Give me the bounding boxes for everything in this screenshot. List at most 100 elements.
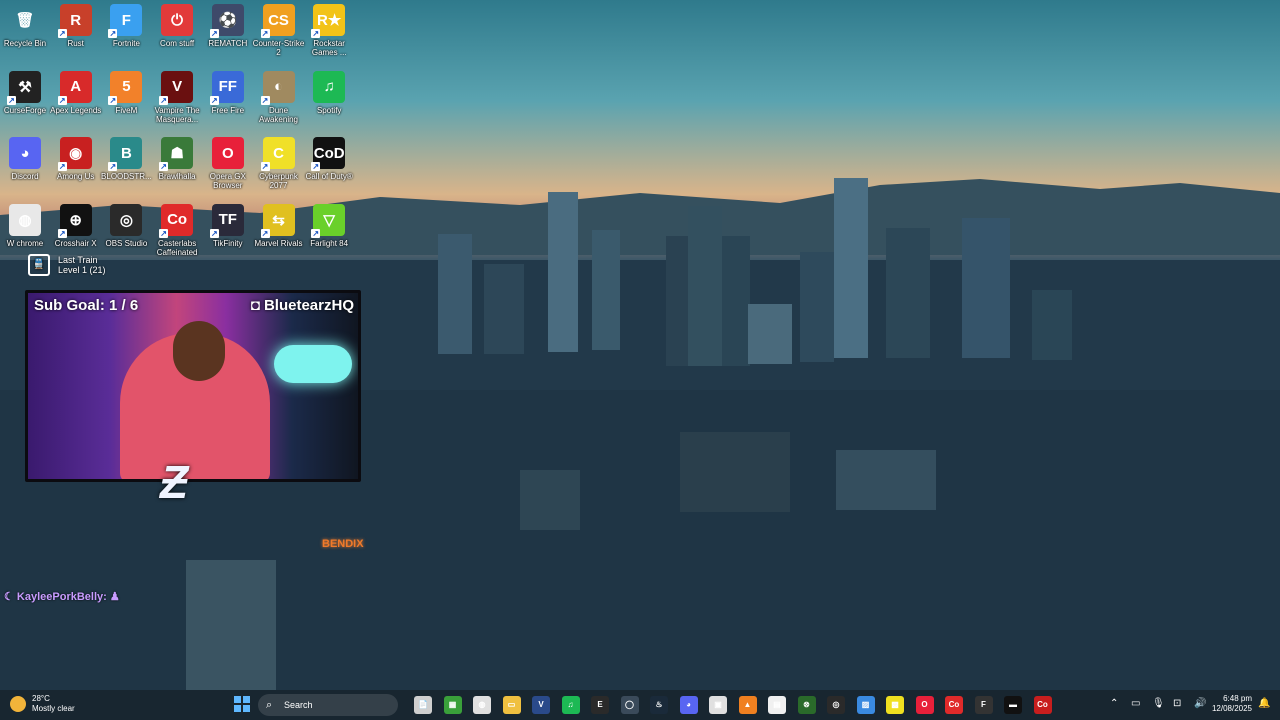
shortcut-arrow-icon: ↗ bbox=[57, 29, 67, 38]
taskbar-opera-gx-icon[interactable]: O bbox=[915, 696, 934, 714]
widget-title: Last Train bbox=[58, 255, 98, 265]
icon-label: TikFinity bbox=[213, 238, 243, 248]
icon-label: Opera GX Browser bbox=[209, 172, 246, 190]
taskbar-terminal-icon[interactable]: ▬ bbox=[1004, 696, 1022, 714]
taskbar-casterlabs-active-icon[interactable]: Co bbox=[1033, 696, 1052, 714]
icon-label: REMATCH bbox=[208, 39, 248, 48]
desktop-icon-fortnite[interactable]: F ↗ Fortnite bbox=[100, 4, 152, 66]
taskbar-steam-icon[interactable]: ♨ bbox=[650, 696, 668, 714]
desktop-icon-brawlhalla[interactable]: ☗ ↗ Brawlhalla bbox=[151, 137, 203, 199]
taskbar-spotify-icon[interactable]: ♫ bbox=[561, 696, 580, 714]
taskbar-visual-studio-icon[interactable]: V bbox=[532, 696, 550, 714]
desktop-icon-opera-gx-browser[interactable]: O Opera GX Browser bbox=[202, 137, 254, 199]
notification-bell-icon[interactable]: 🔔 bbox=[1258, 698, 1270, 710]
icon-label: Free Fire bbox=[211, 105, 245, 115]
app-icon: CoD ↗ bbox=[311, 137, 346, 171]
desktop-icon-curseforge[interactable]: ⚒ ↗ CurseForge bbox=[0, 70, 51, 133]
desktop-icon-rust[interactable]: R ↗ Rust bbox=[50, 4, 102, 66]
app-icon: ♫ bbox=[313, 70, 346, 103]
desktop-icon-vampire-the-masquera[interactable]: V ↗ Vampire The Masquera... bbox=[151, 70, 203, 133]
desktop-icon-recycle-bin[interactable]: 🗑 Recycle Bin bbox=[0, 4, 51, 66]
desktop-icon-tikfinity[interactable]: TF ↗ TikFinity bbox=[202, 203, 254, 266]
rgb-light bbox=[274, 345, 352, 383]
system-clock[interactable]: 6:48 pm 12/08/2025 bbox=[1208, 694, 1252, 714]
icon-label: Casterlabs Caffeinated bbox=[156, 238, 198, 257]
desktop-icon-casterlabs-caffeinated[interactable]: Co ↗ Casterlabs Caffeinated bbox=[151, 203, 203, 266]
icon-label: Apex Legends bbox=[50, 105, 102, 115]
taskbar-casterlabs-icon[interactable]: Co bbox=[945, 696, 963, 714]
desktop-icon-cyberpunk-2077[interactable]: C ↗ Cyberpunk 2077 bbox=[253, 137, 305, 199]
app-icon: O bbox=[211, 137, 244, 169]
icon-label: CurseForge bbox=[3, 105, 47, 115]
app-icon: ⏻ bbox=[161, 4, 194, 36]
windows-start-icon[interactable] bbox=[234, 696, 250, 712]
taskbar-fivem-icon[interactable]: F bbox=[974, 696, 993, 714]
desktop-icon-dune-awakening[interactable]: ◐ ↗ Dune Awakening bbox=[253, 70, 305, 133]
desktop-icon-rematch[interactable]: ⚽ ↗ REMATCH bbox=[202, 4, 254, 66]
app-icon: ⇆ ↗ bbox=[260, 203, 295, 238]
app-icon: F ↗ bbox=[108, 4, 143, 38]
shortcut-arrow-icon: ↗ bbox=[311, 228, 321, 238]
icon-label: Cyberpunk 2077 bbox=[259, 172, 298, 190]
desktop-icon-bloodstr[interactable]: B ↗ BLOODSTR... bbox=[100, 137, 152, 199]
taskbar-file-explorer-icon[interactable]: 📄 bbox=[414, 696, 432, 714]
desktop-icon-marvel-rivals[interactable]: ⇆ ↗ Marvel Rivals bbox=[253, 203, 305, 266]
shortcut-arrow-icon: ↗ bbox=[57, 95, 67, 105]
desktop-icon-obs-studio[interactable]: ◎ OBS Studio bbox=[100, 203, 152, 266]
desktop-icon-apex-legends[interactable]: A ↗ Apex Legends bbox=[50, 70, 102, 133]
tray-icon[interactable]: ⊡ bbox=[1173, 698, 1181, 710]
weather-widget[interactable]: 28°C Mostly clear bbox=[10, 694, 75, 714]
desktop-icon-spotify[interactable]: ♫ Spotify bbox=[303, 70, 355, 133]
taskbar-minecraft-icon[interactable]: ▦ bbox=[443, 696, 462, 714]
taskbar-photos-icon[interactable]: ▨ bbox=[856, 696, 875, 714]
taskbar-chrome-icon[interactable]: ◍ bbox=[473, 696, 491, 714]
shortcut-arrow-icon: ↗ bbox=[260, 228, 270, 238]
taskbar: 28°C Mostly clear ⌕ Search 📄 ▦ ◍ ▭ V ♫ E ◯ ♨ ◕ ▣ ▲ ▤… bbox=[0, 690, 1280, 720]
desktop-icon-call-of-duty[interactable]: CoD ↗ Call of Duty® bbox=[303, 137, 355, 199]
tray-icon[interactable]: ⌃ bbox=[1110, 698, 1118, 710]
taskbar-discord-icon[interactable]: ◕ bbox=[679, 696, 698, 714]
taskbar-qr-app-icon[interactable]: ▣ bbox=[709, 696, 727, 714]
tray-icon[interactable]: 🎙 bbox=[1152, 698, 1165, 710]
app-icon: B ↗ bbox=[108, 137, 143, 171]
taskbar-vlc-icon[interactable]: ▲ bbox=[738, 696, 757, 714]
stream-logo-icon: Ƶ bbox=[160, 456, 189, 508]
bendix-sign: BENDIX bbox=[322, 538, 364, 550]
app-icon: ⚒ ↗ bbox=[7, 70, 41, 105]
instagram-handle: ◘ BluetearzHQ bbox=[250, 297, 354, 314]
desktop-icon-among-us[interactable]: ◉ ↗ Among Us bbox=[50, 137, 102, 199]
taskbar-sticky-notes-icon[interactable]: ▩ bbox=[886, 696, 904, 714]
app-icon: ◉ ↗ bbox=[57, 137, 92, 171]
desktop-icon-discord[interactable]: ◕ Discord bbox=[0, 137, 51, 199]
sub-goal-text: Sub Goal: 1 / 6 bbox=[34, 297, 139, 314]
tray-icon[interactable]: 🔊 bbox=[1194, 698, 1206, 710]
shortcut-arrow-icon: ↗ bbox=[260, 162, 270, 171]
desktop-icon-fivem[interactable]: 5 ↗ FiveM bbox=[100, 70, 152, 133]
icon-label: Brawlhalla bbox=[158, 172, 196, 181]
taskbar-xbox-icon[interactable]: ⊗ bbox=[797, 696, 816, 714]
icon-label: Crosshair X bbox=[54, 238, 97, 248]
weather-desc: Mostly clear bbox=[32, 704, 75, 713]
desktop-icon-free-fire[interactable]: FF ↗ Free Fire bbox=[202, 70, 254, 133]
tray-icon[interactable]: ▭ bbox=[1131, 698, 1140, 710]
app-icon: R★ ↗ bbox=[311, 4, 346, 38]
taskbar-folder-icon[interactable]: ▭ bbox=[502, 696, 521, 714]
desktop-icon-farlight-84[interactable]: ▽ ↗ Farlight 84 bbox=[303, 203, 355, 266]
icon-label: Rust bbox=[67, 39, 84, 48]
icon-label: Discord bbox=[11, 172, 39, 181]
chat-message: ☾ KayleePorkBelly: ♟ bbox=[4, 591, 120, 603]
taskbar-epic-games-icon[interactable]: E bbox=[591, 696, 609, 714]
widget-level: Level 1 (21) bbox=[58, 265, 106, 275]
taskbar-obs-icon[interactable]: ◎ bbox=[827, 696, 845, 714]
desktop-icon-com-stuff[interactable]: ⏻ Com stuff bbox=[151, 4, 203, 66]
taskbar-notepad-icon[interactable]: ▤ bbox=[768, 696, 786, 714]
webcam-overlay: Sub Goal: 1 / 6 ◘ BluetearzHQ bbox=[25, 290, 361, 482]
last-train-widget[interactable]: 🚆 Last Train Level 1 (21) bbox=[28, 254, 106, 276]
search-box[interactable]: ⌕ Search bbox=[258, 694, 398, 716]
taskbar-steam-circle-icon[interactable]: ◯ bbox=[620, 696, 639, 714]
desktop-icon-rockstar-games[interactable]: R★ ↗ Rockstar Games ... bbox=[303, 4, 355, 66]
app-icon: 🗑 bbox=[15, 12, 35, 29]
desktop-icon-counter-strike-2[interactable]: CS ↗ Counter-Strike 2 bbox=[253, 4, 305, 66]
shortcut-arrow-icon: ↗ bbox=[209, 95, 219, 105]
shortcut-arrow-icon: ↗ bbox=[108, 162, 118, 171]
